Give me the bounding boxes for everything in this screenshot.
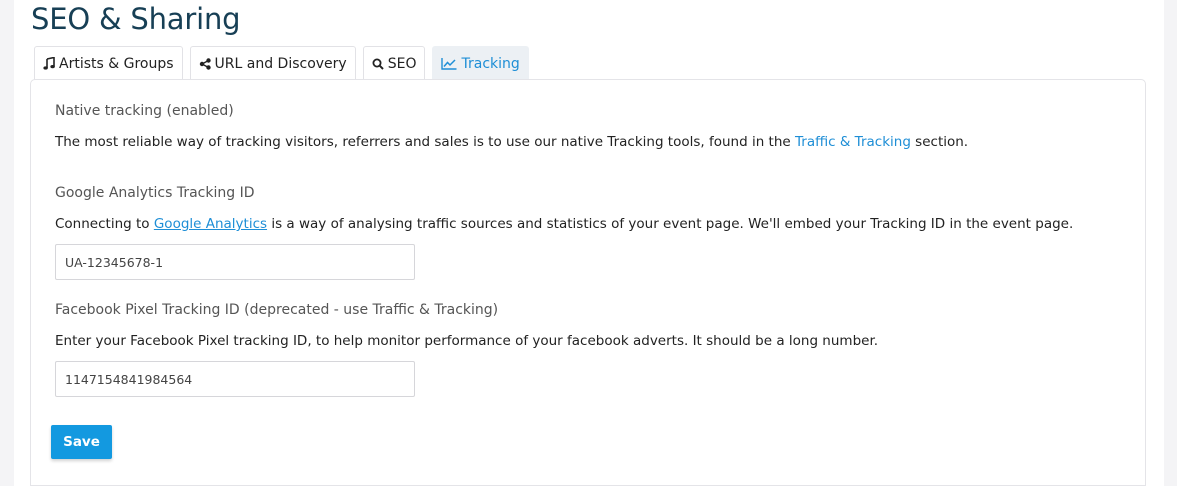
tab-label: Tracking bbox=[461, 55, 520, 72]
native-tracking-title: Native tracking (enabled) bbox=[55, 103, 234, 119]
tab-tracking[interactable]: Tracking bbox=[432, 46, 529, 80]
share-icon bbox=[199, 57, 211, 70]
music-note-icon bbox=[43, 57, 55, 70]
line-chart-icon bbox=[441, 57, 457, 70]
google-analytics-description: Connecting to Google Analytics is a way … bbox=[55, 216, 1073, 232]
tab-artists-groups[interactable]: Artists & Groups bbox=[34, 46, 183, 80]
native-text-after: section. bbox=[910, 134, 969, 150]
page-title: SEO & Sharing bbox=[31, 2, 241, 36]
tab-seo[interactable]: SEO bbox=[362, 46, 426, 80]
native-tracking-description: The most reliable way of tracking visito… bbox=[55, 134, 968, 150]
tracking-tab-content: Native tracking (enabled) The most relia… bbox=[30, 79, 1146, 486]
tab-bar: Artists & Groups URL and Discovery SEO T… bbox=[34, 46, 529, 80]
facebook-pixel-id-input[interactable] bbox=[55, 361, 415, 397]
facebook-pixel-title: Facebook Pixel Tracking ID (deprecated -… bbox=[55, 302, 499, 318]
google-analytics-id-input[interactable] bbox=[55, 244, 415, 280]
google-analytics-title: Google Analytics Tracking ID bbox=[55, 185, 255, 201]
facebook-pixel-description: Enter your Facebook Pixel tracking ID, t… bbox=[55, 333, 879, 349]
google-analytics-link[interactable]: Google Analytics bbox=[154, 216, 267, 232]
google-text-after: is a way of analysing traffic sources an… bbox=[267, 216, 1074, 232]
google-text-before: Connecting to bbox=[55, 216, 154, 232]
traffic-tracking-link[interactable]: Traffic & Tracking bbox=[795, 134, 911, 150]
tab-label: Artists & Groups bbox=[59, 55, 174, 72]
save-button[interactable]: Save bbox=[51, 425, 112, 459]
main-panel: SEO & Sharing Artists & Groups URL and D… bbox=[14, 0, 1164, 486]
native-text-before: The most reliable way of tracking visito… bbox=[55, 134, 796, 150]
search-icon bbox=[372, 58, 384, 70]
tab-label: URL and Discovery bbox=[214, 55, 347, 72]
tab-label: SEO bbox=[387, 55, 417, 72]
tab-url-discovery[interactable]: URL and Discovery bbox=[189, 46, 356, 80]
